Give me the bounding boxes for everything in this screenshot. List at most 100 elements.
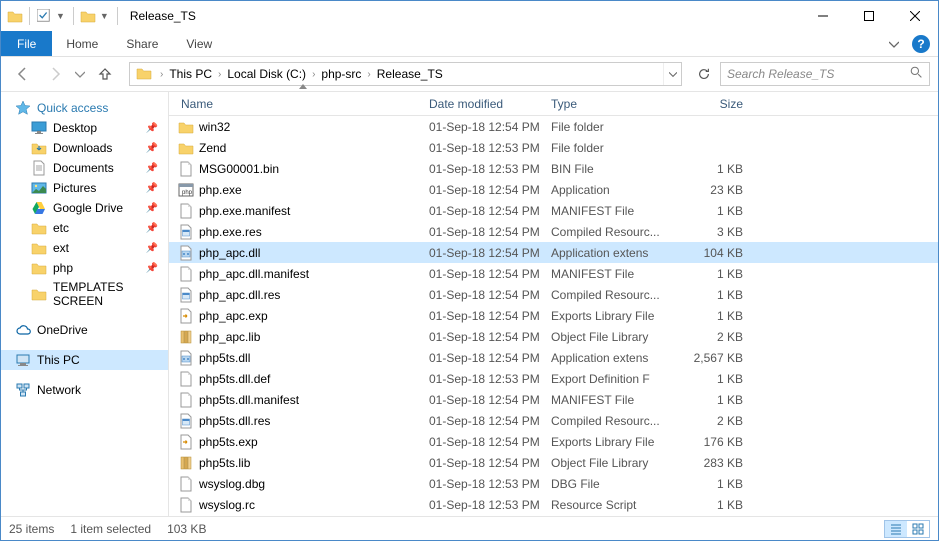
sidebar-item-label: Google Drive (53, 201, 123, 215)
tab-share[interactable]: Share (112, 31, 172, 56)
file-date: 01-Sep-18 12:54 PM (429, 393, 551, 407)
sidebar-item-label: Pictures (53, 181, 96, 195)
folder-icon (31, 286, 47, 302)
file-name: php_apc.dll.res (199, 288, 429, 302)
breadcrumb-item[interactable]: This PC (165, 67, 216, 81)
file-size: 3 KB (673, 225, 743, 239)
sidebar-network[interactable]: Network (1, 380, 168, 400)
sidebar-onedrive[interactable]: OneDrive (1, 320, 168, 340)
sidebar-item-php[interactable]: php 📌 (1, 258, 168, 278)
file-type: Compiled Resourc... (551, 414, 673, 428)
file-row[interactable]: php.exe.res01-Sep-18 12:54 PMCompiled Re… (169, 221, 938, 242)
minimize-button[interactable] (800, 1, 846, 31)
file-name: wsyslog.rc (199, 498, 429, 512)
quick-access-toolbar: ▼ ▼ (1, 7, 122, 25)
sidebar-item-documents[interactable]: Documents📌 (1, 158, 168, 178)
file-row[interactable]: php5ts.exp01-Sep-18 12:54 PMExports Libr… (169, 431, 938, 452)
file-icon (177, 160, 195, 178)
sidebar-item-etc[interactable]: etc📌 (1, 218, 168, 238)
file-icon (177, 475, 195, 493)
column-header-size[interactable]: Size (673, 97, 743, 111)
maximize-button[interactable] (846, 1, 892, 31)
chevron-right-icon[interactable]: › (158, 69, 165, 80)
file-date: 01-Sep-18 12:54 PM (429, 456, 551, 470)
app-folder-icon (7, 8, 23, 24)
file-row[interactable]: php5ts.dll.def01-Sep-18 12:53 PMExport D… (169, 368, 938, 389)
refresh-button[interactable] (692, 62, 716, 86)
file-row[interactable]: MSG00001.bin01-Sep-18 12:53 PMBIN File1 … (169, 158, 938, 179)
sidebar-item-downloads[interactable]: Downloads📌 (1, 138, 168, 158)
sidebar-item-label: TEMPLATES SCREEN (53, 280, 162, 308)
search-box[interactable] (720, 62, 930, 86)
file-row[interactable]: php_apc.dll.manifest01-Sep-18 12:54 PMMA… (169, 263, 938, 284)
back-button[interactable] (9, 60, 37, 88)
sidebar-item-desktop[interactable]: Desktop📌 (1, 118, 168, 138)
chevron-right-icon[interactable]: › (310, 69, 317, 80)
file-tab[interactable]: File (1, 31, 52, 56)
file-row[interactable]: Zend01-Sep-18 12:53 PMFile folder (169, 137, 938, 158)
file-size: 1 KB (673, 162, 743, 176)
large-icons-view-button[interactable] (907, 521, 929, 537)
sidebar-item-templates-screen[interactable]: TEMPLATES SCREEN (1, 278, 168, 310)
qat-properties-icon[interactable] (36, 8, 52, 24)
pin-icon: 📌 (146, 263, 158, 274)
file-row[interactable]: php_apc.lib01-Sep-18 12:54 PMObject File… (169, 326, 938, 347)
file-row[interactable]: win3201-Sep-18 12:54 PMFile folder (169, 116, 938, 137)
sidebar-item-pictures[interactable]: Pictures 📌 (1, 178, 168, 198)
breadcrumb-item[interactable]: Local Disk (C:) (223, 67, 310, 81)
search-icon[interactable] (910, 66, 923, 82)
file-row[interactable]: php5ts.lib01-Sep-18 12:54 PMObject File … (169, 452, 938, 473)
forward-button[interactable] (41, 60, 69, 88)
search-input[interactable] (727, 67, 897, 81)
file-row[interactable]: wsyslog.rc01-Sep-18 12:53 PMResource Scr… (169, 494, 938, 515)
breadcrumb-dropdown-icon[interactable] (663, 63, 681, 85)
close-button[interactable] (892, 1, 938, 31)
file-list-pane: Name Date modified Type Size win3201-Sep… (169, 92, 938, 516)
file-size: 2,567 KB (673, 351, 743, 365)
column-header-name[interactable]: Name (177, 97, 429, 111)
exp-icon (177, 433, 195, 451)
ribbon-expand-icon[interactable] (880, 31, 908, 56)
help-button[interactable]: ? (912, 35, 930, 53)
pictures-icon (31, 180, 47, 196)
file-row[interactable]: wsyslog.dbg01-Sep-18 12:53 PMDBG File1 K… (169, 473, 938, 494)
file-row[interactable]: php_apc.exp01-Sep-18 12:54 PMExports Lib… (169, 305, 938, 326)
column-header-date[interactable]: Date modified (429, 97, 551, 111)
file-row[interactable]: php5ts.dll.manifest01-Sep-18 12:54 PMMAN… (169, 389, 938, 410)
chevron-right-icon[interactable]: › (365, 69, 372, 80)
sidebar-this-pc[interactable]: This PC (1, 350, 168, 370)
file-name: php_apc.dll (199, 246, 429, 260)
qat-folder-icon[interactable] (80, 8, 96, 24)
sidebar-item-label: php (53, 261, 73, 275)
file-date: 01-Sep-18 12:53 PM (429, 141, 551, 155)
file-size: 23 KB (673, 183, 743, 197)
up-button[interactable] (91, 60, 119, 88)
network-label: Network (37, 383, 81, 397)
sidebar-item-ext[interactable]: ext📌 (1, 238, 168, 258)
breadcrumb[interactable]: › This PC › Local Disk (C:) › php-src › … (129, 62, 682, 86)
breadcrumb-folder-icon (136, 65, 154, 83)
file-type: Exports Library File (551, 435, 673, 449)
file-row[interactable]: php.exe.manifest01-Sep-18 12:54 PMMANIFE… (169, 200, 938, 221)
tab-home[interactable]: Home (52, 31, 112, 56)
recent-locations-button[interactable] (73, 60, 87, 88)
file-row[interactable]: php.exe01-Sep-18 12:54 PMApplication23 K… (169, 179, 938, 200)
file-row[interactable]: php5ts.dll01-Sep-18 12:54 PMApplication … (169, 347, 938, 368)
breadcrumb-item[interactable]: php-src (317, 67, 365, 81)
file-icon (177, 370, 195, 388)
file-row[interactable]: php_apc.dll01-Sep-18 12:54 PMApplication… (169, 242, 938, 263)
qat-folder-dropdown-icon[interactable]: ▼ (98, 11, 111, 21)
folder-icon (31, 220, 47, 236)
file-row[interactable]: php5ts.dll.res01-Sep-18 12:54 PMCompiled… (169, 410, 938, 431)
qat-dropdown-icon[interactable]: ▼ (54, 11, 67, 21)
status-size: 103 KB (167, 522, 206, 536)
chevron-right-icon[interactable]: › (216, 69, 223, 80)
sidebar-item-google-drive[interactable]: Google Drive📌 (1, 198, 168, 218)
breadcrumb-item[interactable]: Release_TS (373, 67, 447, 81)
sidebar-quick-access[interactable]: Quick access (1, 98, 168, 118)
details-view-button[interactable] (885, 521, 907, 537)
file-row[interactable]: php_apc.dll.res01-Sep-18 12:54 PMCompile… (169, 284, 938, 305)
pin-icon: 📌 (146, 183, 158, 194)
column-header-type[interactable]: Type (551, 97, 673, 111)
tab-view[interactable]: View (172, 31, 226, 56)
